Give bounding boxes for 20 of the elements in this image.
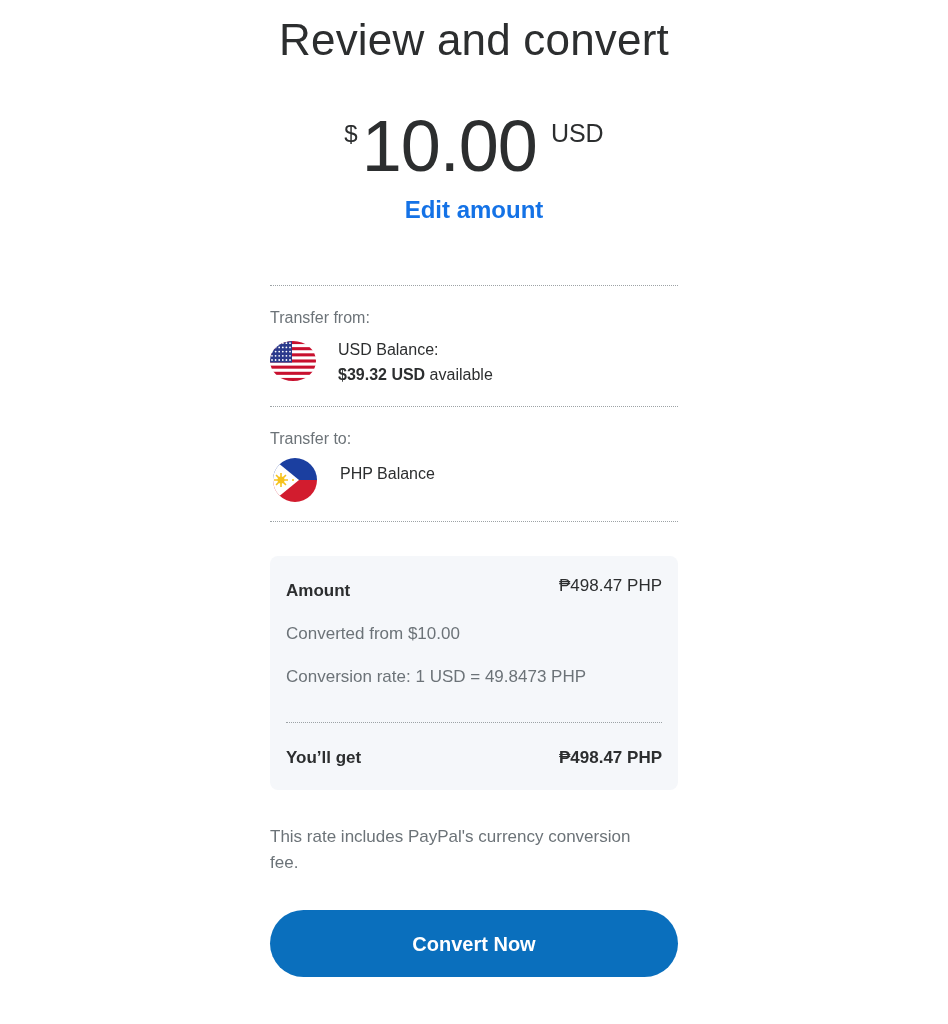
account-name: PHP Balance	[340, 464, 435, 484]
currency-symbol: $	[344, 122, 358, 146]
summary-value: ₱498.47 PHP	[559, 575, 662, 597]
summary-label: Converted from $10.00	[286, 623, 460, 645]
summary-label: You’ll get	[286, 747, 362, 769]
us-flag-icon	[270, 341, 316, 381]
summary-label: Amount	[286, 580, 351, 602]
account-name: USD Balance:	[338, 340, 440, 360]
currency-code: USD	[550, 121, 604, 146]
edit-amount-link[interactable]: Edit amount	[404, 196, 544, 223]
transfer-label: Transfer from:	[270, 308, 371, 328]
convert-button[interactable]: Convert Now	[270, 910, 678, 977]
disclaimer-text: This rate includes PayPal's currency conversion fee.	[270, 826, 632, 874]
philippines-flag-icon	[272, 458, 318, 502]
balance-text: $39.32 USD available	[338, 365, 493, 385]
transfer-label: Transfer to:	[270, 429, 353, 449]
amount-value: 10.00	[361, 106, 537, 186]
summary-label: Conversion rate: 1 USD = 49.8473 PHP	[286, 666, 587, 688]
page-title: Review and convert	[278, 14, 670, 66]
summary-value: ₱498.47 PHP	[559, 747, 662, 769]
